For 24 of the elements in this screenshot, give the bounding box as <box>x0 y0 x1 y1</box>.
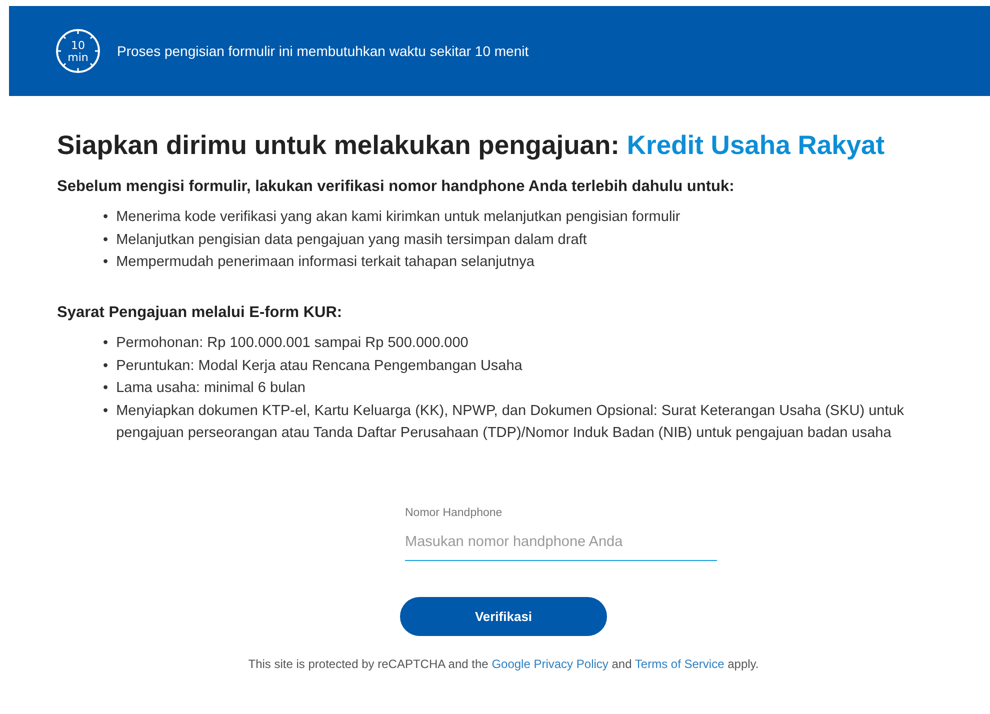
bullet-text: Permohonan: Rp 100.000.001 sampai Rp 500.000.000 <box>116 334 468 354</box>
recaptcha-notice: This site is protected by reCAPTCHA and the Google Privacy Policy and Terms of Service apply. <box>248 656 759 671</box>
banner-text: Proses pengisian formulir ini membutuhkan waktu sekitar 10 menit <box>117 42 529 61</box>
bullet-text: Menerima kode verifikasi yang akan kami kirimkan untuk melanjutkan pengisian formulir <box>116 208 680 228</box>
section-title: Syarat Pengajuan melalui E-form KUR: <box>57 304 344 322</box>
bullet-marker: • <box>103 334 108 354</box>
bullet-text: Mempermudah penerimaan informasi terkait tahapan selanjutnya <box>116 253 534 272</box>
bullet-marker: • <box>103 402 108 421</box>
timer-icon: 10 min <box>55 28 101 74</box>
bullet-text: Lama usaha: minimal 6 bulan <box>116 379 306 398</box>
section-title: Sebelum mengisi formulir, lakukan verifikasi nomor handphone Anda terlebih dahulu untuk: <box>57 178 736 196</box>
bullet-marker: • <box>103 379 108 398</box>
bullet-marker: • <box>103 253 108 272</box>
bullet-text: Melanjutkan pengisian data pengajuan yang masih tersimpan dalam draft <box>116 230 587 250</box>
bullet-text: Menyiapkan dokumen KTP-el, Kartu Keluarga (KK), NPWP, dan Dokumen Opsional: Surat Keterangan Usaha (SKU) untuk pengajuan perseorangan atau Tanda Daftar Perusahaan (TDP)/Nomor Induk Badan (NIB) untuk pengajuan badan usaha <box>116 402 906 444</box>
verify-button[interactable]: Verifikasi <box>400 596 607 636</box>
policy-link[interactable]: Google Privacy Policy <box>492 656 608 671</box>
page-heading: Siapkan dirimu untuk melakukan pengajuan: Kredit Usaha Rakyat <box>57 130 886 162</box>
bullet-marker: • <box>103 208 108 228</box>
bullet-marker: • <box>103 356 108 376</box>
policy-link[interactable]: Terms of Service <box>634 656 724 671</box>
bullet-marker: • <box>103 230 108 250</box>
bullet-text: Peruntukan: Modal Kerja atau Rencana Pengembangan Usaha <box>116 356 522 376</box>
field-label: Nomor Handphone <box>405 506 504 521</box>
